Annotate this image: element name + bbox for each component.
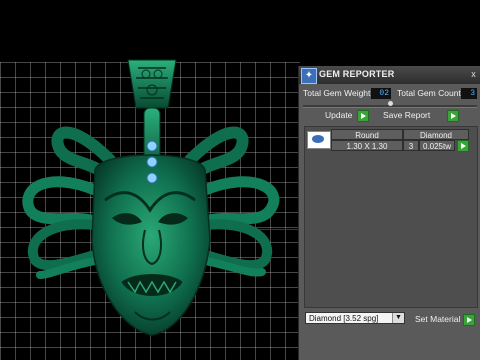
demon-mask-pendant-model[interactable] [0,50,300,360]
gem-reporter-panel: ✦ GEM REPORTER x Total Gem Weight 02 Tot… [298,66,480,360]
gem-count-cell: 3 [403,140,419,151]
material-select[interactable]: Diamond [3.52 spg] ▼ [305,312,405,324]
panel-titlebar[interactable]: ✦ GEM REPORTER x [299,66,480,84]
gem-list[interactable]: Round Diamond 1.30 X 1.30 3 0.025tw [304,126,478,308]
gem-shape-cell: Round [331,129,403,140]
total-gem-count-label: Total Gem Count [397,88,461,98]
update-button[interactable]: Update [325,110,369,122]
panel-title: GEM REPORTER [319,69,395,79]
save-report-label: Save Report [383,110,431,120]
gem-material-cell: Diamond [403,129,469,140]
set-material-arrow-icon [463,314,475,326]
set-material-button[interactable]: Set Material [415,314,475,326]
gem-1[interactable] [146,140,158,152]
material-footer: Diamond [3.52 spg] ▼ Set Material [299,310,480,330]
totals-row: Total Gem Weight 02 Total Gem Count 3 [299,87,480,101]
gem-reporter-app-icon: ✦ [301,68,317,84]
splitter-handle[interactable] [388,101,393,106]
total-gem-weight-label: Total Gem Weight [303,88,371,98]
table-row[interactable]: Round Diamond 1.30 X 1.30 3 0.025tw [305,127,477,152]
gem-3[interactable] [146,172,158,184]
total-gem-count-value: 3 [461,88,477,99]
close-button[interactable]: x [468,69,479,80]
chevron-down-icon[interactable]: ▼ [392,313,404,323]
material-select-value: Diamond [3.52 spg] [309,314,379,323]
gem-row-arrow-icon[interactable] [457,140,469,152]
total-gem-weight-value: 02 [371,88,391,99]
gem-weight-cell: 0.025tw [419,140,455,151]
gem-2[interactable] [146,156,158,168]
update-arrow-icon [357,110,369,122]
gem-size-cell: 1.30 X 1.30 [331,140,403,151]
save-report-arrow-icon [447,110,459,122]
round-gem-thumbnail-icon [307,131,331,149]
update-label: Update [325,110,353,120]
save-report-button[interactable]: Save Report [383,110,459,122]
set-material-label: Set Material [415,314,461,324]
